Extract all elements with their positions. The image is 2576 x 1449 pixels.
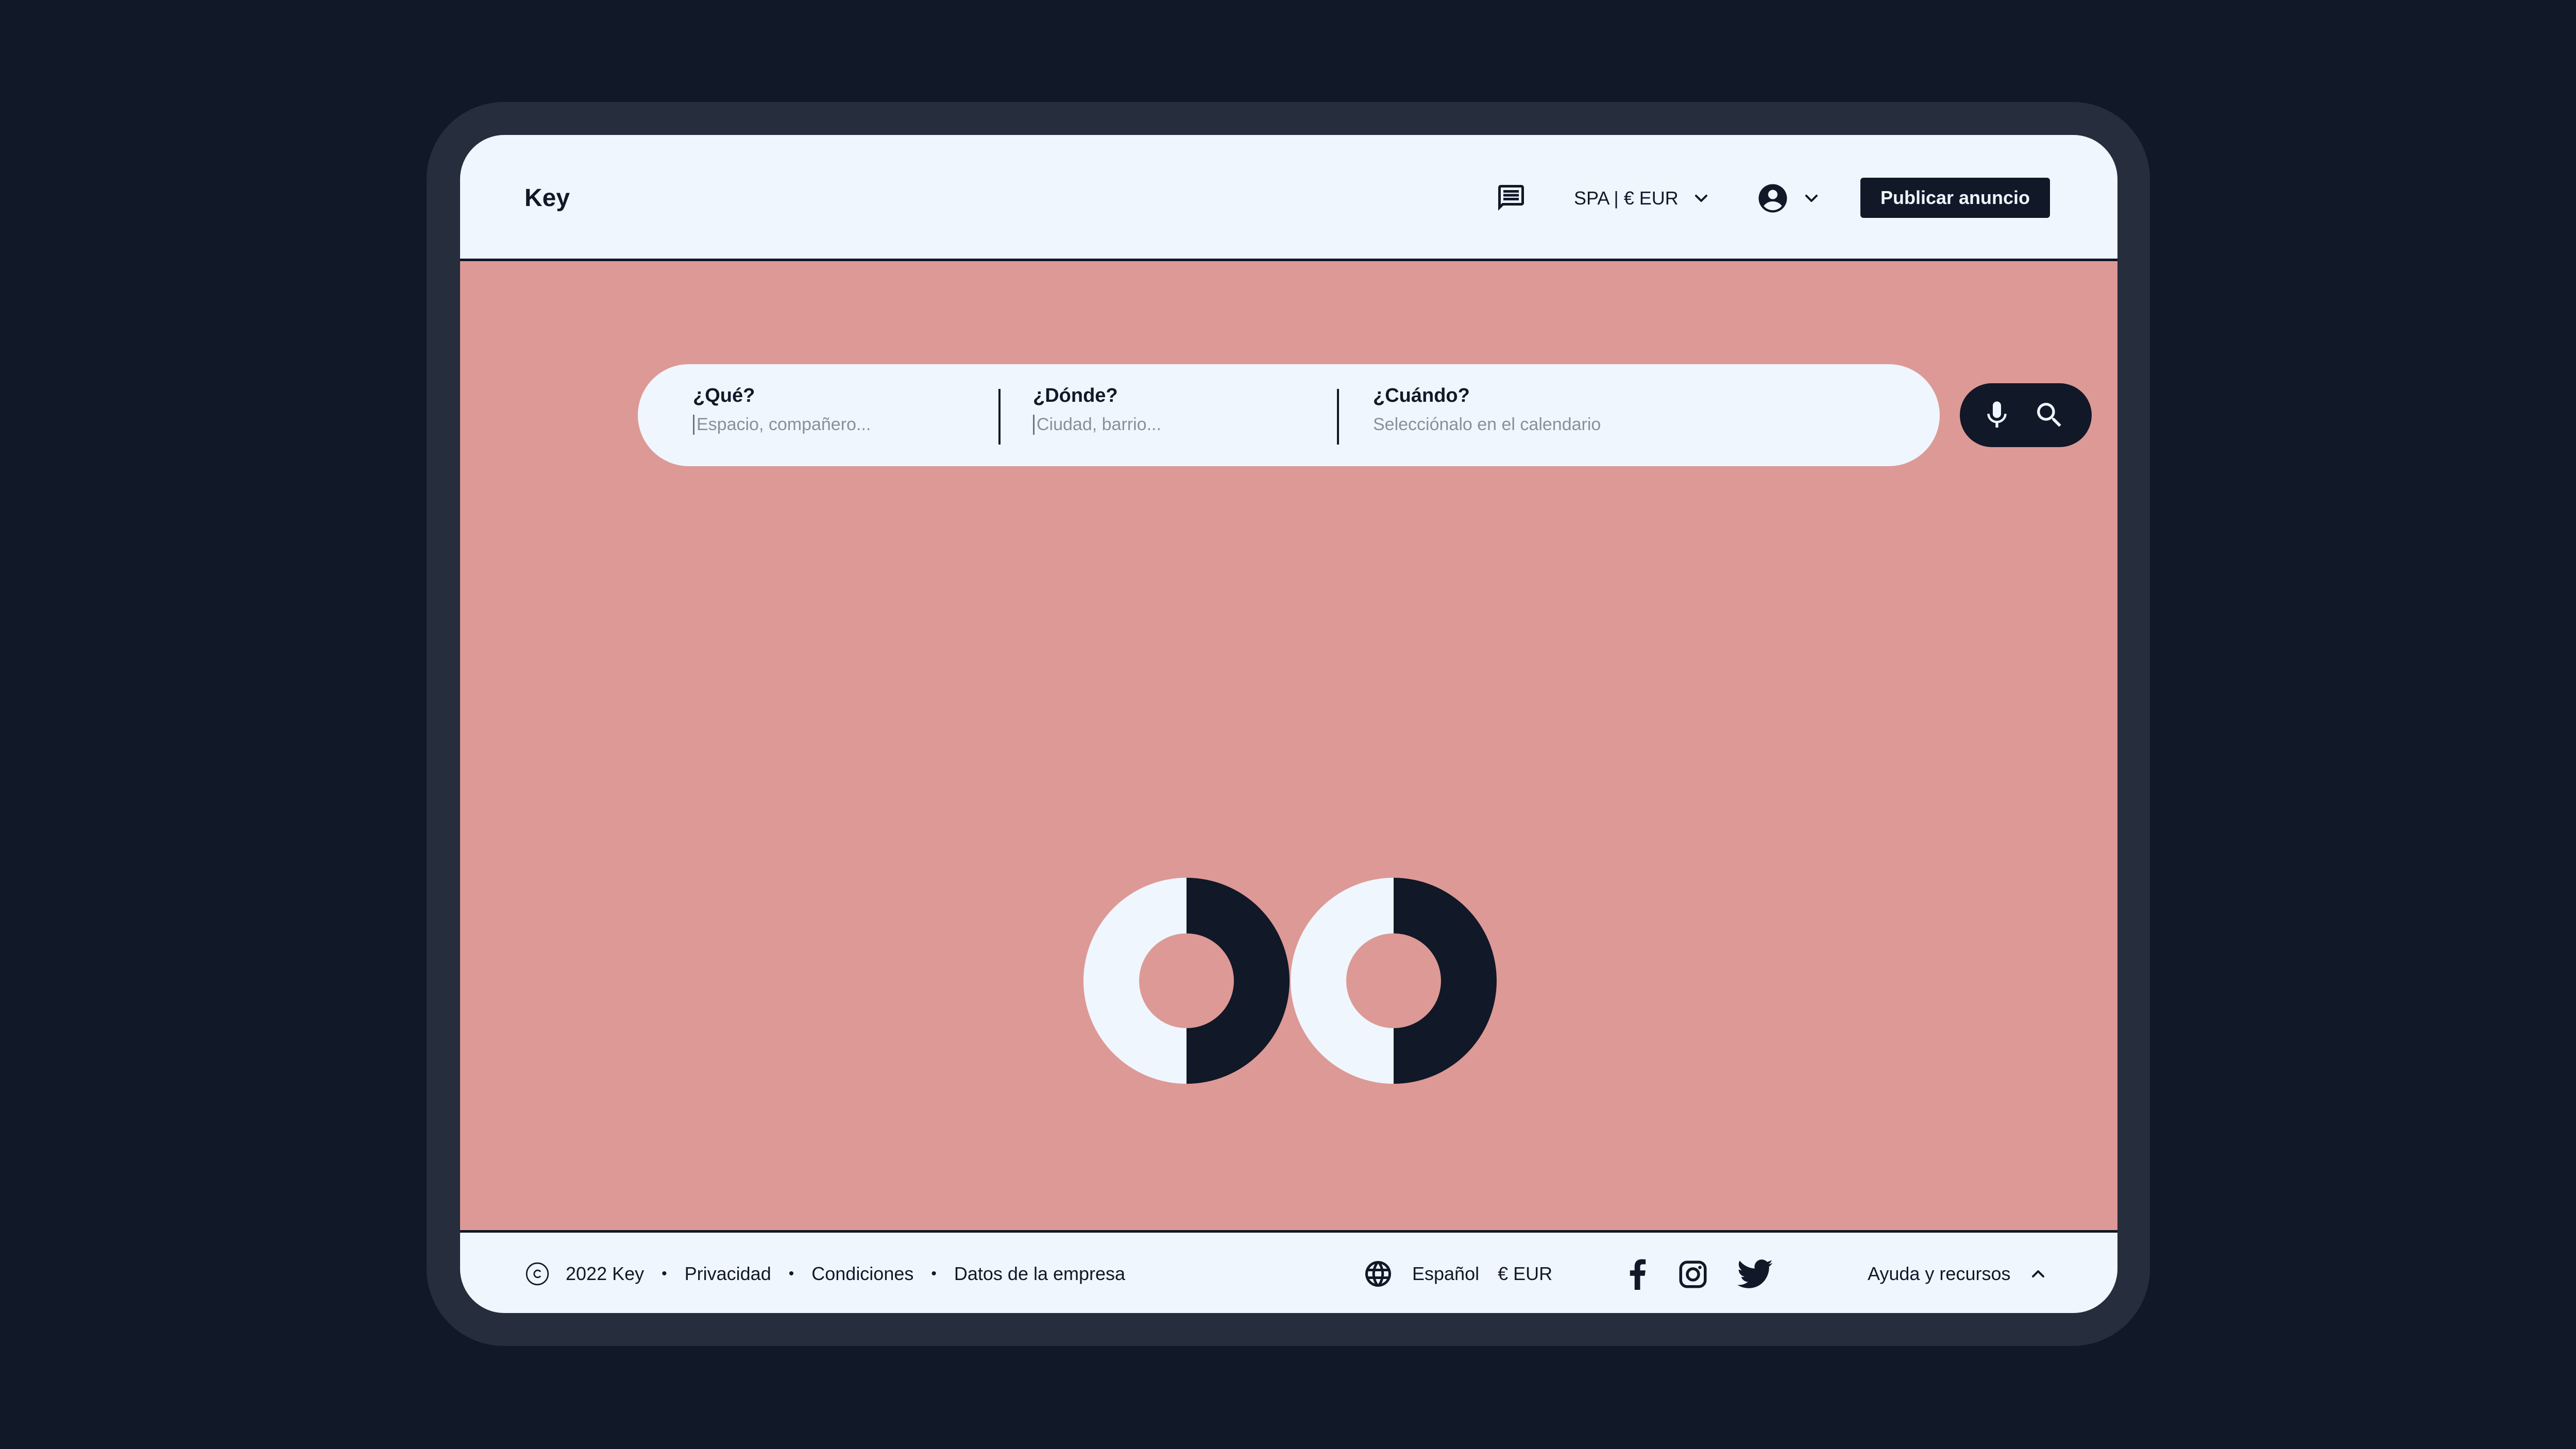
app-screen: Key SPA | € EUR Publicar anuncio ¿Qué? E… <box>460 135 2117 1313</box>
what-field[interactable]: ¿Qué? <box>693 384 964 435</box>
hero-illustration <box>1078 877 1501 1093</box>
separator-dot: • <box>788 1265 794 1282</box>
social-links <box>1626 1256 1773 1292</box>
footer: 2022 Key • Privacidad • Condiciones • Da… <box>460 1230 2117 1313</box>
chevron-down-icon <box>1694 195 1707 202</box>
terms-link[interactable]: Condiciones <box>811 1263 913 1285</box>
search-button[interactable] <box>2033 399 2066 432</box>
globe-icon <box>1365 1261 1391 1287</box>
separator-dot: • <box>662 1265 667 1282</box>
language-selector[interactable]: Español <box>1412 1263 1479 1285</box>
voice-search-button[interactable] <box>1980 399 2013 432</box>
account-circle-icon <box>1758 184 1787 213</box>
currency-selector[interactable]: € EUR <box>1498 1263 1552 1285</box>
messages-button[interactable] <box>1496 182 1527 213</box>
search-bar: ¿Qué? ¿Dónde? ¿Cuándo? <box>638 364 2092 466</box>
help-resources-toggle[interactable]: Ayuda y recursos <box>1868 1259 2048 1288</box>
footer-locale: Español € EUR <box>1363 1258 1552 1289</box>
footer-legal: 2022 Key • Privacidad • Condiciones • Da… <box>524 1259 1125 1288</box>
eyes-illustration <box>1083 878 1497 1084</box>
user-menu-button[interactable] <box>1756 181 1822 215</box>
facebook-icon[interactable] <box>1626 1259 1649 1290</box>
privacy-link[interactable]: Privacidad <box>685 1263 771 1285</box>
top-navbar: Key SPA | € EUR Publicar anuncio <box>460 135 2117 261</box>
where-field[interactable]: ¿Dónde? <box>1033 384 1304 435</box>
copyright-icon <box>526 1262 549 1286</box>
chevron-up-icon <box>2032 1270 2045 1277</box>
copyright-text: 2022 Key <box>566 1263 645 1284</box>
company-info-link[interactable]: Datos de la empresa <box>954 1263 1125 1285</box>
when-field[interactable]: ¿Cuándo? <box>1373 384 1692 435</box>
when-input[interactable] <box>1373 415 1692 435</box>
instagram-icon[interactable] <box>1677 1259 1708 1290</box>
twitter-icon[interactable] <box>1737 1259 1773 1290</box>
when-label: ¿Cuándo? <box>1373 385 1470 406</box>
where-input[interactable] <box>1033 415 1304 435</box>
where-label: ¿Dónde? <box>1033 385 1118 406</box>
microphone-icon <box>1987 401 2007 428</box>
chevron-down-icon <box>1805 195 1818 202</box>
what-label: ¿Qué? <box>693 385 755 406</box>
separator-dot: • <box>931 1265 937 1282</box>
help-label: Ayuda y recursos <box>1868 1263 2011 1284</box>
field-divider <box>1337 389 1339 445</box>
brand-logo[interactable]: Key <box>524 184 570 213</box>
locale-label: SPA | € EUR <box>1574 187 1679 209</box>
field-divider <box>998 389 1001 445</box>
search-icon <box>2037 403 2061 427</box>
what-input[interactable] <box>693 415 964 435</box>
chat-icon <box>1498 185 1524 211</box>
search-actions <box>1960 383 2092 447</box>
publish-listing-button[interactable]: Publicar anuncio <box>1860 178 2050 218</box>
locale-selector[interactable]: SPA | € EUR <box>1574 184 1711 213</box>
